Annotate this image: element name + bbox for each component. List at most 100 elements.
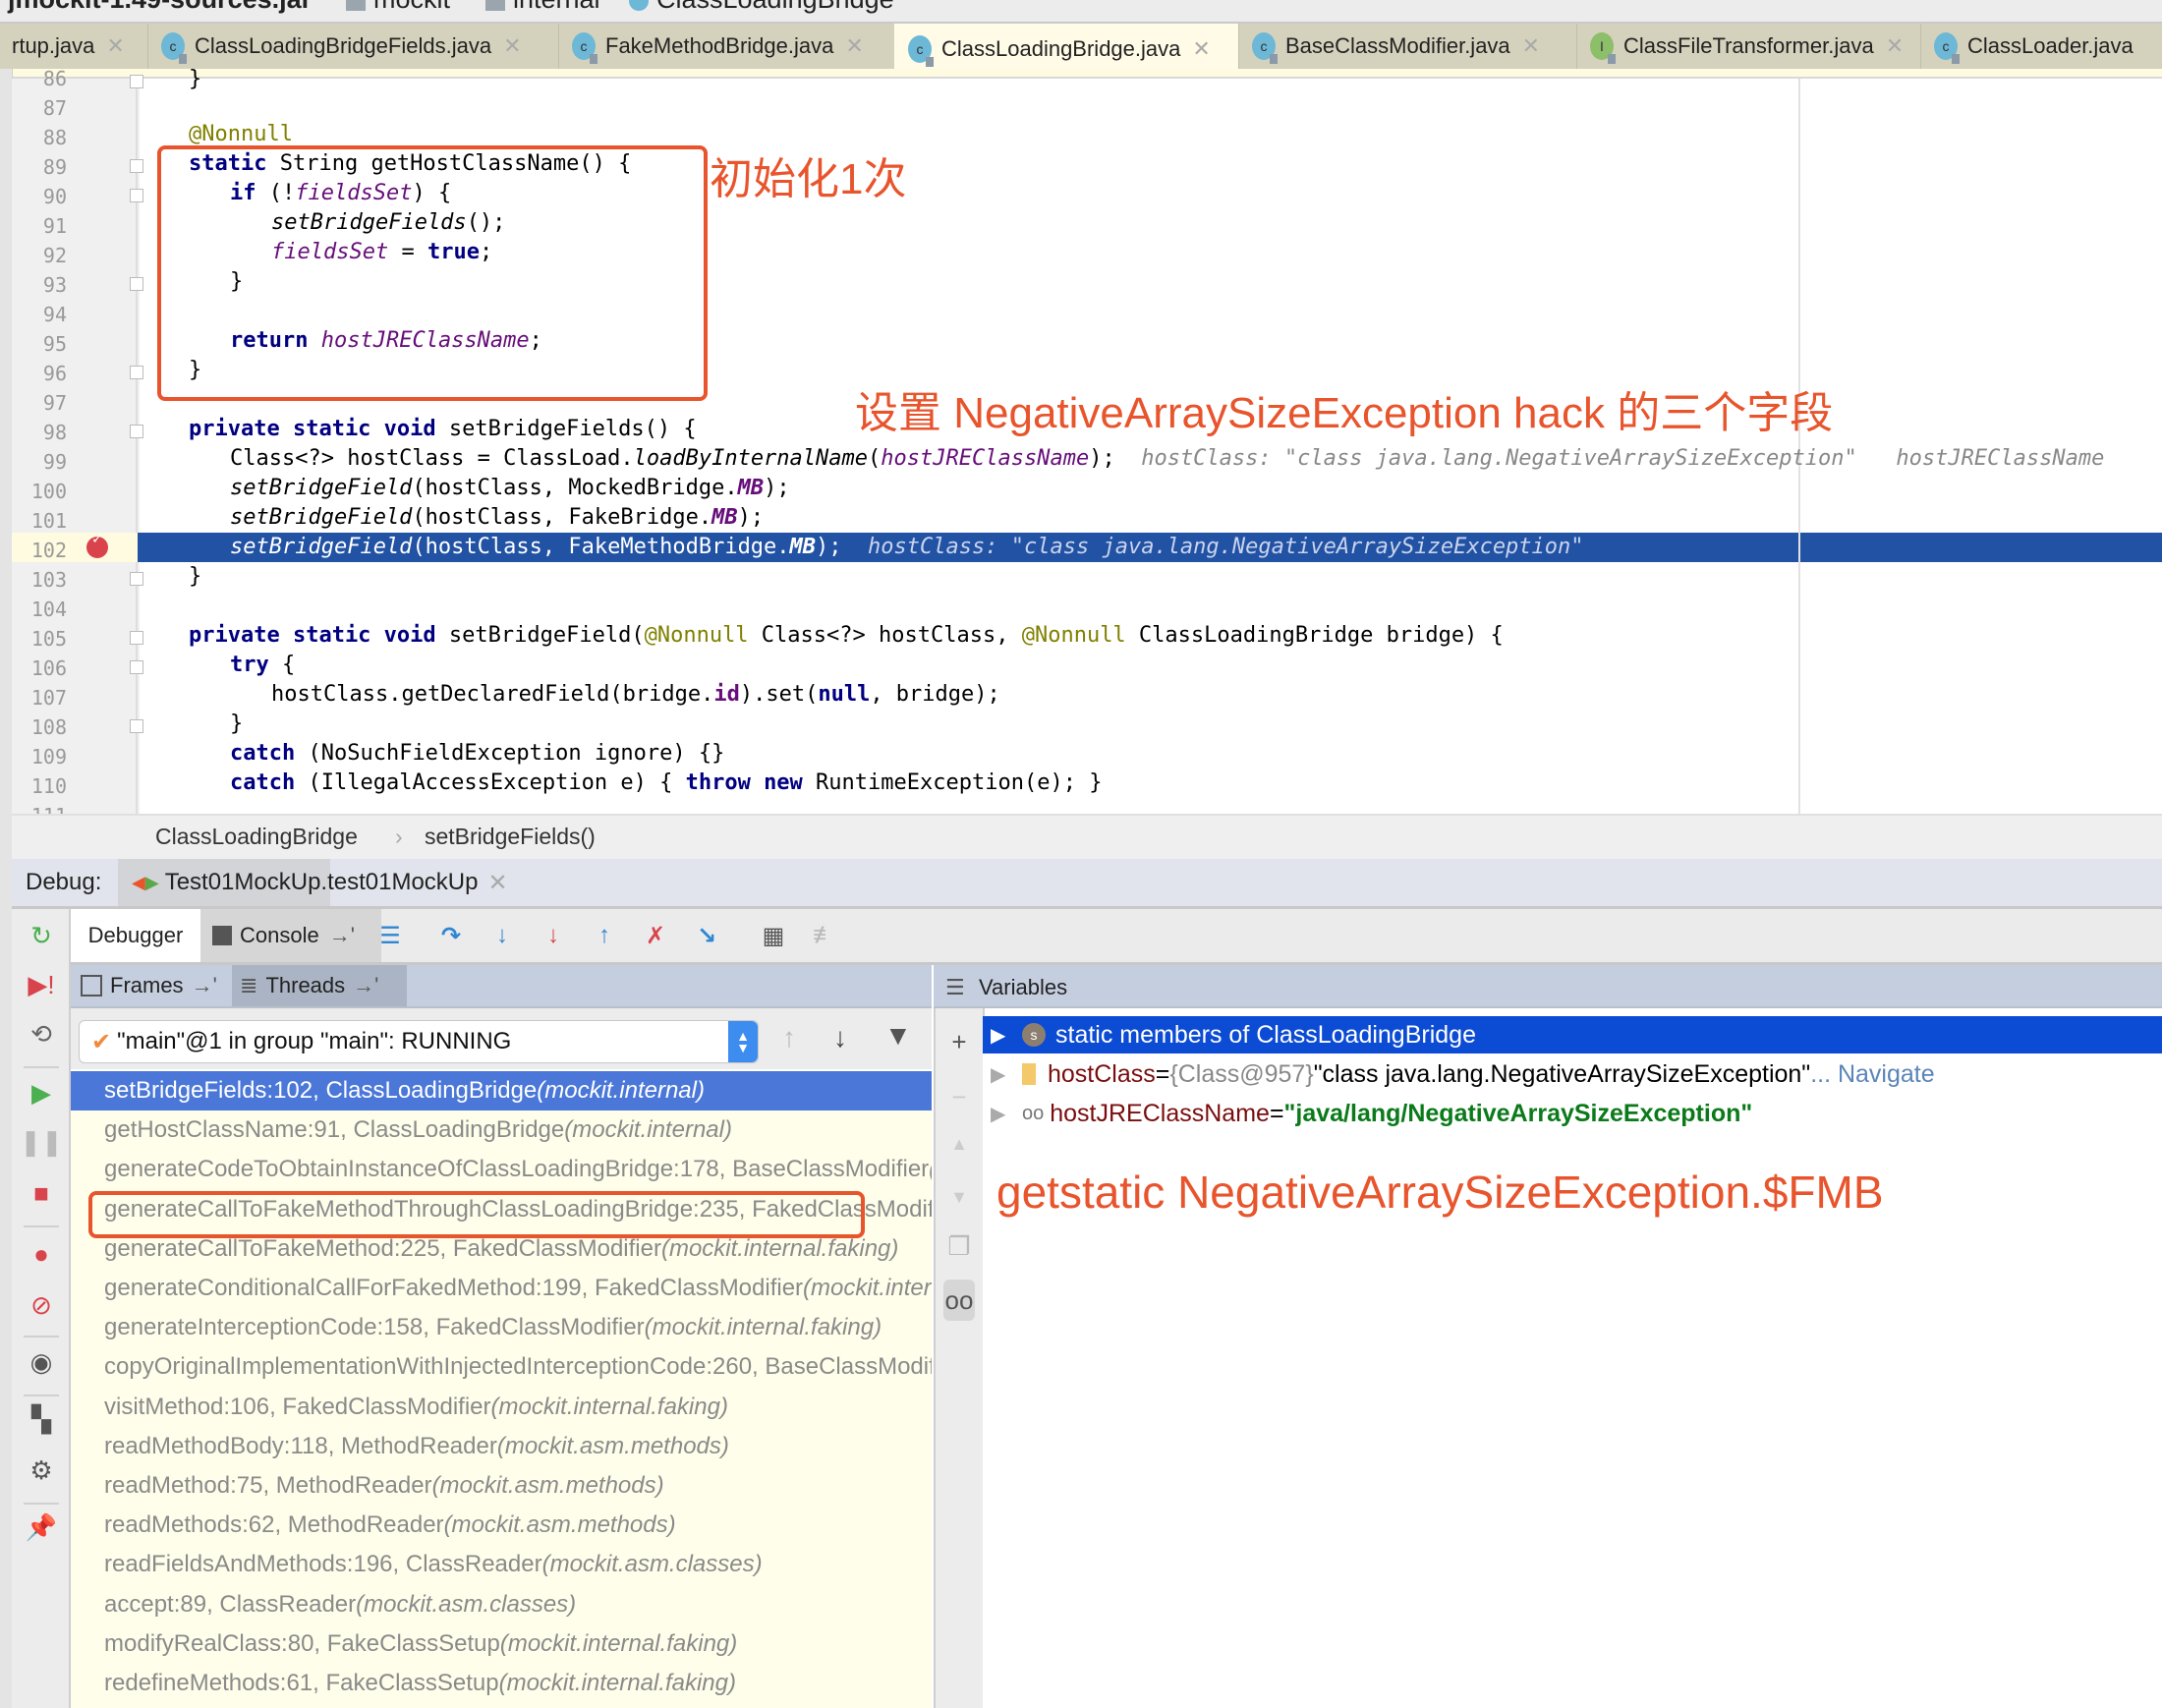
show-execution-point-icon[interactable]: ☰: [375, 921, 405, 950]
frame-row[interactable]: getHostClassName:91, ClassLoadingBridge …: [71, 1110, 932, 1150]
show-watches-icon[interactable]: oo: [943, 1280, 975, 1321]
frame-row[interactable]: copyOriginalImplementationWithInjectedIn…: [71, 1347, 932, 1387]
code-line-105[interactable]: private static void setBridgeField(@Nonn…: [189, 623, 1504, 648]
breadcrumb-class[interactable]: ClassLoadingBridge: [155, 824, 358, 850]
close-icon[interactable]: ✕: [503, 33, 521, 59]
fold-marker[interactable]: [130, 631, 143, 645]
frame-row[interactable]: accept:89, ClassReader (mockit.asm.class…: [71, 1585, 932, 1624]
nav-item-package-mockit[interactable]: mockit: [346, 0, 450, 15]
rerun-failed-icon[interactable]: ▶!: [26, 970, 57, 999]
fold-marker[interactable]: [130, 366, 143, 379]
breadcrumb-method[interactable]: setBridgeFields(): [425, 824, 596, 850]
tab-baseclassmodifier[interactable]: c BaseClassModifier.java ✕: [1238, 24, 1577, 69]
code-line-86[interactable]: }: [189, 67, 201, 91]
code-line-98[interactable]: private static void setBridgeFields() {: [189, 417, 697, 441]
close-icon[interactable]: ✕: [1886, 33, 1904, 59]
tab-frames[interactable]: Frames →': [81, 965, 228, 1006]
add-watch-icon[interactable]: +: [943, 1026, 975, 1057]
thread-selector[interactable]: ✔ "main"@1 in group "main": RUNNING ▲ ▼: [79, 1020, 759, 1063]
next-frame-icon[interactable]: ↓: [833, 1022, 847, 1053]
code-line-103[interactable]: }: [189, 564, 201, 589]
close-icon[interactable]: ✕: [1522, 33, 1540, 59]
nav-item-class[interactable]: ClassLoadingBridge: [629, 0, 894, 15]
fold-marker[interactable]: [130, 75, 143, 88]
nav-item-package-internal[interactable]: internal: [485, 0, 600, 15]
camera-icon[interactable]: ◉: [26, 1347, 57, 1377]
run-to-cursor-icon[interactable]: ↘: [692, 921, 721, 950]
frame-row[interactable]: modifyRealClass:80, FakeClassSetup (mock…: [71, 1624, 932, 1664]
code-line-107[interactable]: hostClass.getDeclaredField(bridge.id).se…: [271, 682, 1000, 707]
gear-icon[interactable]: ⚙: [26, 1455, 57, 1485]
tab-classfiletransformer[interactable]: I ClassFileTransformer.java ✕: [1576, 24, 1921, 69]
layout-icon[interactable]: ▚: [26, 1404, 57, 1434]
trace-icon[interactable]: ≢: [810, 921, 839, 950]
frame-row[interactable]: readMethod:75, MethodReader (mockit.asm.…: [71, 1466, 932, 1506]
code-line-101[interactable]: setBridgeField(hostClass, FakeBridge.MB)…: [230, 505, 764, 530]
tab-threads[interactable]: ≣ Threads →': [232, 965, 407, 1006]
pause-icon[interactable]: ❚❚: [20, 1127, 63, 1157]
move-down-icon[interactable]: ▼: [943, 1181, 975, 1213]
code-line-108[interactable]: }: [230, 712, 243, 736]
drop-frame-icon[interactable]: ✗: [641, 921, 670, 950]
tab-classloadingbridge[interactable]: c ClassLoadingBridge.java ✕: [894, 24, 1239, 75]
fold-marker[interactable]: [130, 660, 143, 674]
fold-marker[interactable]: [130, 277, 143, 291]
close-icon[interactable]: ✕: [845, 33, 863, 59]
breakpoint-icon[interactable]: [86, 531, 108, 558]
copy-icon[interactable]: ❐: [943, 1230, 975, 1262]
frame-row[interactable]: readFieldsAndMethods:196, ClassReader (m…: [71, 1545, 932, 1584]
previous-frame-icon[interactable]: ↑: [782, 1022, 796, 1053]
expand-arrow-icon[interactable]: ▶: [991, 1102, 1005, 1126]
debug-session-tab[interactable]: ◀ ▶ Test01MockUp.test01MockUp ✕: [118, 859, 508, 906]
expand-arrow-icon[interactable]: ▶: [991, 1062, 1005, 1087]
frame-row[interactable]: setBridgeFields:102, ClassLoadingBridge …: [71, 1071, 932, 1110]
tab-fakemethodbridge[interactable]: c FakeMethodBridge.java ✕: [558, 24, 895, 69]
code-line-110[interactable]: catch (IllegalAccessException e) { throw…: [230, 770, 1102, 795]
tab-classloader[interactable]: c ClassLoader.java: [1920, 24, 2162, 69]
remove-watch-icon[interactable]: −: [943, 1081, 975, 1112]
frame-row[interactable]: readMethodBody:118, MethodReader (mockit…: [71, 1427, 932, 1466]
fold-marker[interactable]: [130, 425, 143, 438]
tab-classloadingbridgefields[interactable]: c ClassLoadingBridgeFields.java ✕: [147, 24, 559, 69]
mute-breakpoints-icon[interactable]: ⊘: [26, 1290, 57, 1320]
navigate-link[interactable]: ... Navigate: [1810, 1060, 1934, 1089]
fold-marker[interactable]: [130, 159, 143, 173]
code-line-102[interactable]: setBridgeField(hostClass, FakeMethodBrid…: [230, 535, 1584, 559]
frame-row[interactable]: generateInterceptionCode:158, FakedClass…: [71, 1308, 932, 1347]
code-line-99[interactable]: Class<?> hostClass = ClassLoad.loadByInt…: [230, 446, 2104, 471]
pin-icon[interactable]: 📌: [26, 1512, 57, 1542]
resume-icon[interactable]: ▶: [26, 1078, 57, 1108]
tab-console[interactable]: Console →': [200, 909, 381, 962]
step-over-icon[interactable]: ↷: [436, 921, 466, 950]
code-line-106[interactable]: try {: [230, 653, 295, 677]
step-out-icon[interactable]: ↑: [590, 921, 619, 950]
frame-row[interactable]: generateCodeToObtainInstanceOfClassLoadi…: [71, 1150, 932, 1189]
close-icon[interactable]: ✕: [1192, 36, 1210, 62]
variable-row-hostclass[interactable]: ▶ hostClass = {Class@957} "class java.la…: [983, 1055, 2162, 1093]
variable-row-static-members[interactable]: ▶ s static members of ClassLoadingBridge: [983, 1016, 2162, 1053]
filter-icon[interactable]: ▼: [884, 1020, 912, 1052]
fold-marker[interactable]: [130, 719, 143, 733]
fold-marker[interactable]: [130, 189, 143, 202]
expand-arrow-icon[interactable]: ▶: [991, 1023, 1005, 1048]
evaluate-expression-icon[interactable]: ▦: [759, 921, 788, 950]
tab-debugger[interactable]: Debugger: [71, 909, 200, 962]
fold-marker[interactable]: [130, 572, 143, 586]
code-line-88[interactable]: @Nonnull: [189, 122, 293, 146]
tab-startup[interactable]: rtup.java ✕: [0, 24, 148, 69]
restore-layout-icon[interactable]: ⟲: [26, 1019, 57, 1049]
variable-row-hostjreclassname[interactable]: ▶ oo hostJREClassName = "java/lang/Negat…: [983, 1095, 2162, 1132]
step-into-icon[interactable]: ↓: [487, 921, 517, 950]
nav-item-jar[interactable]: jmockit-1.49-sources.jar: [8, 0, 312, 15]
close-icon[interactable]: ✕: [106, 33, 124, 59]
rerun-icon[interactable]: ↻: [26, 921, 57, 950]
frame-row[interactable]: visitMethod:106, FakedClassModifier (moc…: [71, 1388, 932, 1427]
code-line-100[interactable]: setBridgeField(hostClass, MockedBridge.M…: [230, 476, 790, 500]
move-up-icon[interactable]: ▲: [943, 1128, 975, 1160]
close-icon[interactable]: ✕: [487, 869, 507, 897]
stop-icon[interactable]: ■: [26, 1178, 57, 1208]
view-breakpoints-icon[interactable]: ●: [26, 1239, 57, 1269]
frame-row[interactable]: readMethods:62, MethodReader (mockit.asm…: [71, 1506, 932, 1545]
code-line-109[interactable]: catch (NoSuchFieldException ignore) {}: [230, 741, 724, 766]
force-step-into-icon[interactable]: ↓: [539, 921, 568, 950]
